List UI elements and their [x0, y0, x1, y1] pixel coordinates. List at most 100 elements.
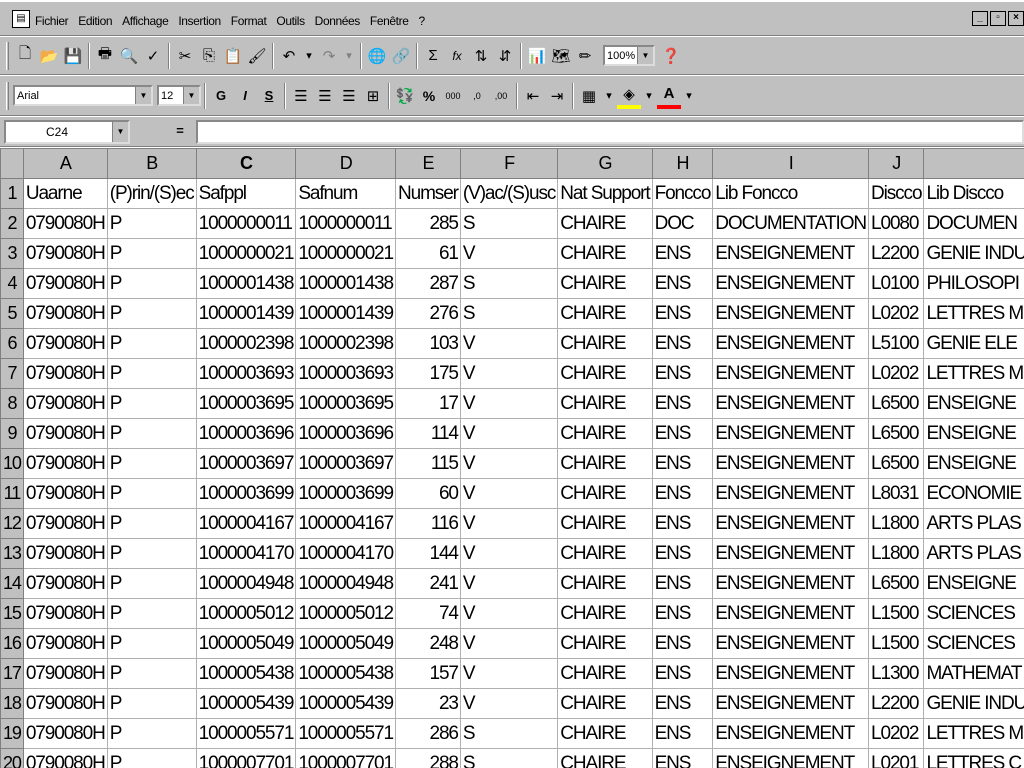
borders-dropdown-icon[interactable]: ▾ — [601, 83, 617, 109]
table-cell[interactable]: GENIE INDU — [923, 688, 1024, 719]
table-cell[interactable]: CHAIRE — [557, 358, 653, 389]
table-cell[interactable]: 248 — [394, 628, 461, 659]
header-cell[interactable]: Safnum — [295, 178, 396, 209]
chevron-down-icon[interactable]: ▼ — [112, 122, 128, 142]
increase-decimal-button[interactable]: ,0 — [465, 83, 489, 109]
table-cell[interactable]: V — [459, 508, 559, 539]
table-cell[interactable]: L2200 — [868, 238, 925, 269]
spellcheck-icon[interactable]: ✓ — [141, 43, 165, 69]
table-cell[interactable]: P — [106, 628, 197, 659]
table-cell[interactable]: 116 — [394, 508, 461, 539]
row-header[interactable]: 11 — [0, 478, 24, 509]
table-cell[interactable]: L6500 — [868, 388, 925, 419]
table-cell[interactable]: 1000000011 — [295, 208, 396, 239]
table-cell[interactable]: CHAIRE — [557, 658, 653, 689]
table-cell[interactable]: GENIE INDU — [923, 238, 1024, 269]
table-cell[interactable]: ENSEIGNE — [923, 388, 1024, 419]
table-cell[interactable]: ENS — [651, 238, 714, 269]
table-cell[interactable]: 74 — [394, 598, 461, 629]
header-cell[interactable]: (P)rin/(S)ec — [106, 178, 197, 209]
table-cell[interactable]: ENS — [651, 358, 714, 389]
table-cell[interactable]: L6500 — [868, 418, 925, 449]
table-cell[interactable]: ENS — [651, 598, 714, 629]
undo-dropdown-icon[interactable]: ▾ — [301, 43, 317, 69]
table-cell[interactable]: V — [459, 448, 559, 479]
row-header[interactable]: 15 — [0, 598, 24, 629]
table-cell[interactable]: V — [459, 328, 559, 359]
table-cell[interactable]: ECONOMIE — [923, 478, 1024, 509]
open-folder-icon[interactable]: 📂 — [37, 43, 61, 69]
row-header[interactable]: 6 — [0, 328, 24, 359]
chart-wizard-icon[interactable]: 📊 — [525, 43, 549, 69]
format-painter-icon[interactable]: 🖌 — [245, 43, 269, 69]
table-cell[interactable]: V — [459, 688, 559, 719]
table-cell[interactable]: 17 — [394, 388, 461, 419]
table-cell[interactable]: ENSEIGNE — [923, 418, 1024, 449]
underline-button[interactable]: S — [257, 83, 281, 109]
row-header[interactable]: 14 — [0, 568, 24, 599]
table-cell[interactable]: ENSEIGNEMENT — [712, 718, 870, 749]
table-cell[interactable]: L0202 — [868, 718, 925, 749]
table-cell[interactable]: L0201 — [868, 748, 925, 768]
table-cell[interactable]: P — [106, 388, 197, 419]
table-cell[interactable]: 0790080H — [22, 388, 108, 419]
map-icon[interactable]: 🗺 — [549, 43, 573, 69]
chevron-down-icon[interactable]: ▼ — [637, 47, 653, 64]
print-preview-icon[interactable]: 🔍 — [117, 43, 141, 69]
table-cell[interactable]: 1000003695 — [295, 388, 396, 419]
table-cell[interactable]: 1000004170 — [195, 538, 297, 569]
table-cell[interactable]: 0790080H — [22, 328, 108, 359]
table-cell[interactable]: 1000003697 — [195, 448, 297, 479]
table-cell[interactable]: 1000004948 — [195, 568, 297, 599]
menu-help[interactable]: ? — [416, 14, 426, 28]
table-cell[interactable]: 288 — [394, 748, 461, 768]
table-cell[interactable]: V — [459, 658, 559, 689]
table-cell[interactable]: 144 — [394, 538, 461, 569]
function-icon[interactable]: fx — [445, 43, 469, 69]
increase-indent-icon[interactable]: ⇥ — [545, 83, 569, 109]
row-header[interactable]: 20 — [0, 748, 24, 768]
table-cell[interactable]: 1000007701 — [195, 748, 297, 768]
table-cell[interactable]: DOC — [651, 208, 714, 239]
font-color-icon[interactable]: A — [657, 83, 681, 109]
table-cell[interactable]: V — [459, 418, 559, 449]
table-cell[interactable]: ENS — [651, 478, 714, 509]
column-header-i[interactable]: I — [712, 148, 870, 179]
menu-donnees[interactable]: Données — [313, 14, 362, 28]
office-assistant-icon[interactable]: ❓ — [659, 43, 683, 69]
row-header[interactable]: 7 — [0, 358, 24, 389]
table-cell[interactable]: ENS — [651, 568, 714, 599]
table-cell[interactable]: 1000005439 — [195, 688, 297, 719]
table-cell[interactable]: ENSEIGNEMENT — [712, 238, 870, 269]
table-cell[interactable]: L5100 — [868, 328, 925, 359]
table-cell[interactable]: 1000003693 — [295, 358, 396, 389]
table-cell[interactable]: ENSEIGNEMENT — [712, 508, 870, 539]
close-button[interactable]: × — [1008, 11, 1024, 26]
row-header[interactable]: 9 — [0, 418, 24, 449]
edit-formula-button[interactable]: = — [170, 123, 190, 141]
font-name-select[interactable]: Arial ▼ — [13, 85, 153, 106]
table-cell[interactable]: ENS — [651, 688, 714, 719]
table-cell[interactable]: P — [106, 688, 197, 719]
header-cell[interactable]: Lib Foncco — [712, 178, 870, 209]
table-cell[interactable]: ENSEIGNE — [923, 568, 1024, 599]
table-cell[interactable]: 1000005439 — [295, 688, 396, 719]
table-cell[interactable]: DOCUMEN — [923, 208, 1024, 239]
table-cell[interactable]: V — [459, 598, 559, 629]
table-cell[interactable]: MATHEMAT — [923, 658, 1024, 689]
table-cell[interactable]: CHAIRE — [557, 268, 653, 299]
table-cell[interactable]: ENS — [651, 748, 714, 768]
table-cell[interactable]: S — [459, 298, 559, 329]
table-cell[interactable]: 1000002398 — [295, 328, 396, 359]
table-cell[interactable]: P — [106, 328, 197, 359]
table-cell[interactable]: 61 — [394, 238, 461, 269]
menu-outils[interactable]: Outils — [274, 14, 306, 28]
table-cell[interactable]: 1000003699 — [195, 478, 297, 509]
redo-icon[interactable]: ↷ — [317, 43, 341, 69]
table-cell[interactable]: 1000004167 — [195, 508, 297, 539]
table-cell[interactable]: 0790080H — [22, 358, 108, 389]
decrease-indent-icon[interactable]: ⇤ — [521, 83, 545, 109]
table-cell[interactable]: V — [459, 568, 559, 599]
redo-dropdown-icon[interactable]: ▾ — [341, 43, 357, 69]
table-cell[interactable]: P — [106, 478, 197, 509]
